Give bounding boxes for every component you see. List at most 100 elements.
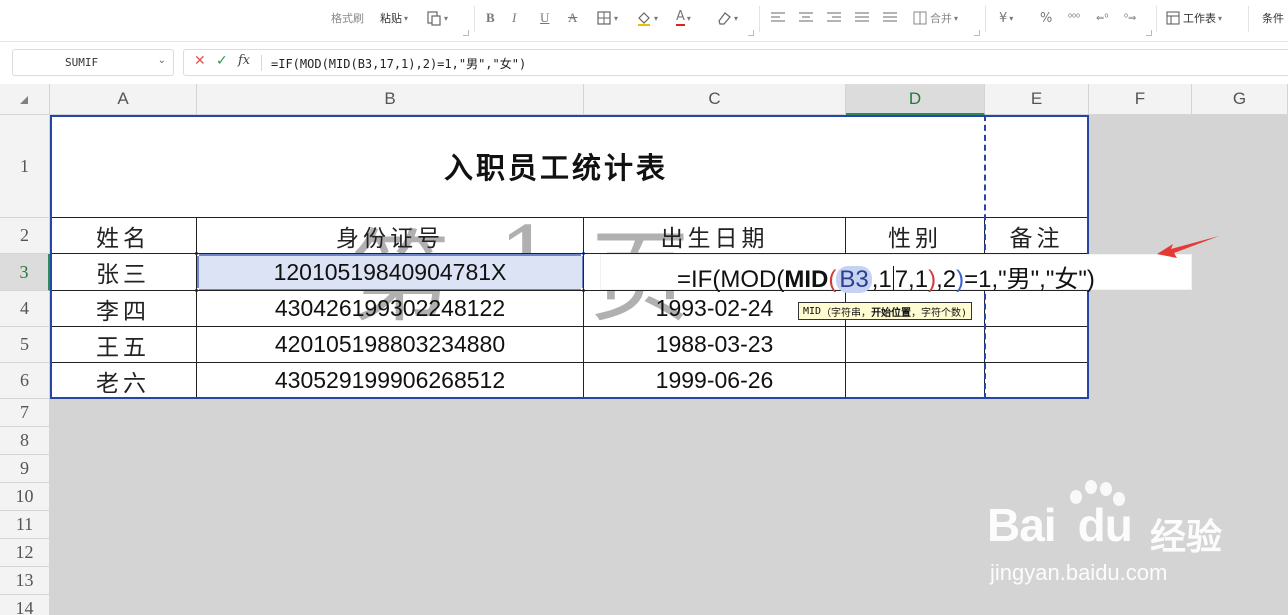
column-header-e[interactable]: E	[985, 84, 1089, 115]
distributed-icon[interactable]	[883, 8, 897, 28]
insert-function-icon[interactable]: fx	[238, 53, 250, 68]
column-header-a[interactable]: A	[50, 84, 197, 115]
row-header-6[interactable]: 6	[0, 363, 50, 399]
alignment-group-expand-icon[interactable]	[974, 30, 980, 36]
cell-c5[interactable]: 1988-03-23	[584, 327, 846, 363]
number-group-expand-icon[interactable]	[1146, 30, 1152, 36]
header-id[interactable]: 身份证号	[197, 218, 584, 254]
row-header-13[interactable]: 13	[0, 567, 50, 595]
name-box-value: SUMIF	[65, 56, 99, 69]
toolbar-divider	[1156, 6, 1157, 32]
bold-icon[interactable]: B	[486, 8, 495, 28]
italic-icon[interactable]: I	[512, 8, 516, 28]
currency-icon[interactable]: ¥ ▾	[999, 8, 1013, 28]
cell-d6[interactable]	[846, 363, 985, 399]
editing-formula[interactable]: =IF(MOD(MID(B3,1 7,1),2)=1,"男","女")	[677, 259, 1095, 294]
column-header-b[interactable]: B	[197, 84, 584, 115]
row-header-7[interactable]: 7	[0, 399, 50, 427]
align-center-icon[interactable]	[799, 8, 813, 28]
formula-close-mod: )	[956, 266, 965, 293]
row-header-11[interactable]: 11	[0, 511, 50, 539]
tooltip-function: MID	[803, 305, 822, 317]
chevron-down-icon: ▾	[404, 13, 409, 23]
spreadsheet-window: 格式刷 粘贴 ▾ ▾ B I U A ▾ ▾ A ▾ ▾ 合并 ▾ ¥ ▾ % …	[0, 0, 1288, 615]
column-header-c[interactable]: C	[584, 84, 846, 115]
eraser-icon[interactable]: ▾	[716, 8, 738, 28]
table-title[interactable]: 入职员工统计表	[50, 115, 1089, 218]
toolbar-divider	[474, 6, 475, 32]
header-gender[interactable]: 性别	[846, 218, 985, 254]
toolbar-divider	[759, 6, 760, 32]
formula-ref-b3[interactable]: B3	[836, 266, 872, 293]
select-all-triangle-icon	[20, 96, 28, 104]
cell-e5[interactable]	[985, 327, 1089, 363]
worksheet-button[interactable]: 工作表 ▾	[1166, 8, 1222, 28]
row-header-12[interactable]: 12	[0, 539, 50, 567]
row-header-10[interactable]: 10	[0, 483, 50, 511]
formula-middle: ,2	[936, 266, 957, 293]
row-header-5[interactable]: 5	[0, 327, 50, 363]
cell-c6[interactable]: 1999-06-26	[584, 363, 846, 399]
cell-d5[interactable]	[846, 327, 985, 363]
select-all-button[interactable]	[0, 84, 50, 115]
tooltip-args: （字符串，	[821, 307, 872, 319]
cell-a4[interactable]: 李四	[50, 291, 197, 327]
tooltip-rest: ，字符个数)	[911, 307, 968, 319]
header-dob[interactable]: 出生日期	[584, 218, 846, 254]
column-header-f[interactable]: F	[1089, 84, 1192, 115]
row-header-3[interactable]: 3	[0, 254, 50, 291]
paste-button[interactable]: 粘贴 ▾	[380, 8, 408, 28]
cell-b6[interactable]: 430529199906268512	[197, 363, 584, 399]
column-header-g[interactable]: G	[1192, 84, 1288, 115]
name-box[interactable]: SUMIF ⌄	[12, 49, 174, 76]
thousands-separator-icon[interactable]: ⁰⁰⁰	[1068, 8, 1080, 28]
font-color-icon[interactable]: A ▾	[676, 8, 691, 28]
cell-a5[interactable]: 王五	[50, 327, 197, 363]
cell-b5[interactable]: 420105198803234880	[197, 327, 584, 363]
row-header-2[interactable]: 2	[0, 218, 50, 254]
confirm-icon[interactable]: ✓	[216, 53, 228, 69]
header-name[interactable]: 姓名	[50, 218, 197, 254]
merge-button[interactable]: 合并 ▾	[913, 8, 958, 28]
border-icon[interactable]: ▾	[596, 8, 618, 28]
cell-e6[interactable]	[985, 363, 1089, 399]
clipboard-icon[interactable]: ▾	[426, 8, 448, 28]
cell-b3[interactable]: 12010519840904781X	[197, 254, 584, 291]
font-group-expand-icon[interactable]	[748, 30, 754, 36]
justify-icon[interactable]	[855, 8, 869, 28]
tooltip-current-arg: 开始位置	[871, 307, 912, 319]
row-header-9[interactable]: 9	[0, 455, 50, 483]
cell-a3[interactable]: 张三	[50, 254, 197, 291]
align-left-icon[interactable]	[771, 8, 785, 28]
formula-bar[interactable]: ✕ ✓ fx =IF(MOD(MID(B3,17,1),2)=1,"男","女"…	[183, 49, 1288, 76]
cell-a6[interactable]: 老六	[50, 363, 197, 399]
align-right-icon[interactable]	[827, 8, 841, 28]
formula-bar-divider	[261, 55, 262, 71]
cancel-icon[interactable]: ✕	[194, 53, 206, 69]
row-header-1[interactable]: 1	[0, 115, 50, 218]
formula-input[interactable]: =IF(MOD(MID(B3,17,1),2)=1,"男","女")	[271, 55, 526, 72]
strikethrough-icon[interactable]: A	[568, 8, 577, 28]
row-header-4[interactable]: 4	[0, 291, 50, 327]
clipboard-group-expand-icon[interactable]	[463, 30, 469, 36]
formula-row: SUMIF ⌄ ✕ ✓ fx =IF(MOD(MID(B3,17,1),2)=1…	[0, 42, 1288, 84]
percent-icon[interactable]: %	[1040, 8, 1052, 28]
formula-close-paren: )	[928, 266, 937, 293]
column-header-d[interactable]: D	[846, 84, 985, 115]
conditional-format-button[interactable]: 条件	[1262, 8, 1284, 28]
cell-b4[interactable]: 430426199302248122	[197, 291, 584, 327]
paste-label: 粘贴	[380, 12, 402, 25]
row-header-8[interactable]: 8	[0, 427, 50, 455]
decrease-decimal-icon[interactable]: ⁰⇒	[1124, 8, 1136, 28]
cell-e4[interactable]	[985, 291, 1089, 327]
header-remark[interactable]: 备注	[985, 218, 1089, 254]
formula-arg-b: 7,1	[894, 266, 929, 293]
in-cell-editor[interactable]: =IF(MOD(MID(B3,1 7,1),2)=1,"男","女")	[600, 254, 1192, 293]
formula-arg-a: ,1	[871, 266, 892, 293]
underline-icon[interactable]: U	[540, 8, 549, 28]
row-header-14[interactable]: 14	[0, 595, 50, 615]
increase-decimal-icon[interactable]: ⇐⁰	[1096, 8, 1108, 28]
format-painter-button[interactable]: 格式刷	[331, 8, 364, 28]
fill-color-icon[interactable]: ▾	[636, 8, 658, 28]
chevron-down-icon[interactable]: ⌄	[158, 55, 166, 66]
